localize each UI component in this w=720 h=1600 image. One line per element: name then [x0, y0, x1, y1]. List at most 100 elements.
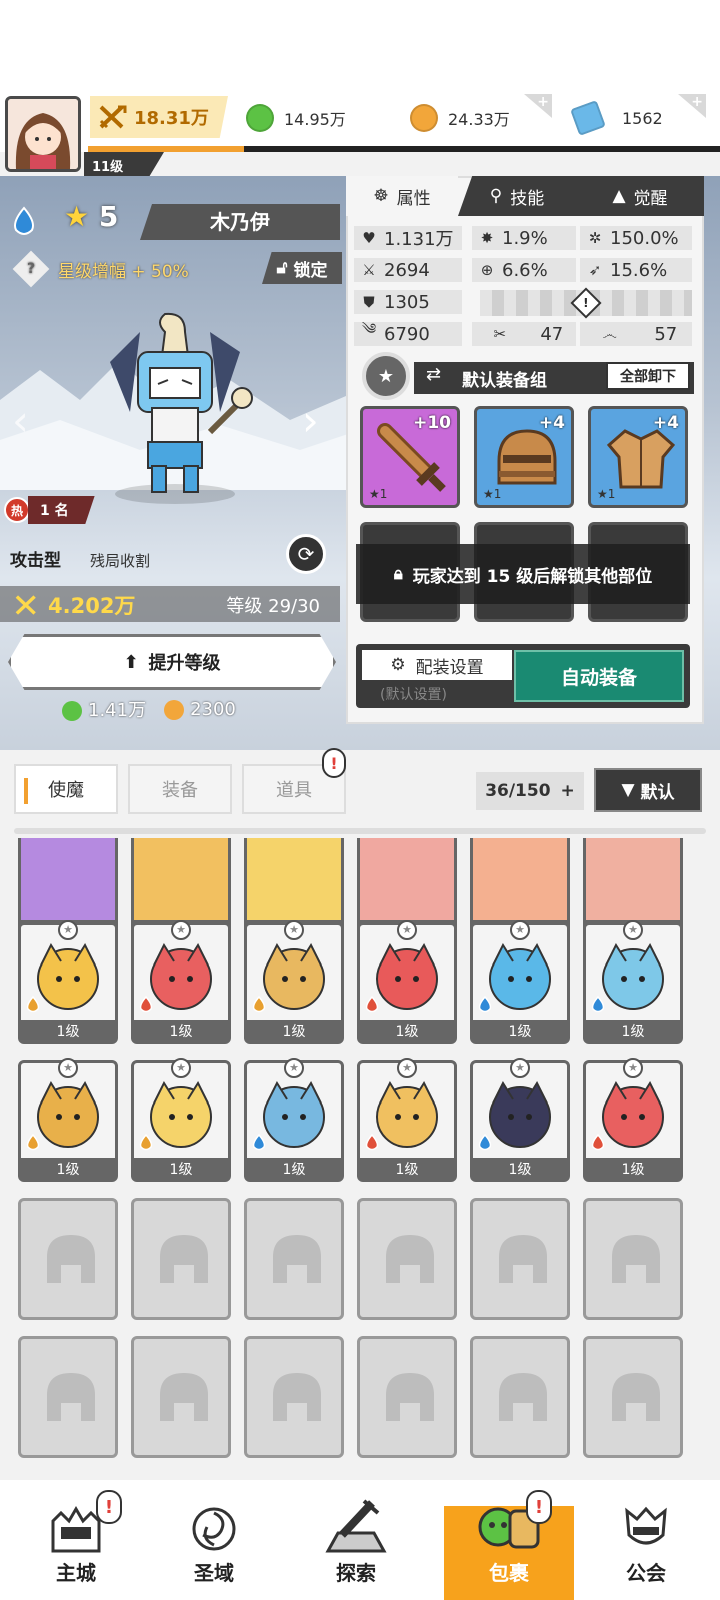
star-icon: ★ [510, 1058, 530, 1078]
star-boost[interactable]: ? 星级增幅 + 50% [12, 250, 189, 288]
prev-hero-arrow[interactable]: ‹ [12, 396, 29, 445]
padlock-icon: 🔒︎ [393, 564, 403, 584]
hero-level: 等级 29/30 [226, 596, 320, 617]
wind-icon: ༄ [361, 320, 377, 338]
familiar-card[interactable]: ★ 1级 [18, 1058, 118, 1182]
star-icon: ★ [284, 920, 304, 940]
nav-explore[interactable]: 探索 [286, 1480, 426, 1600]
gold-coin-icon [164, 699, 185, 720]
unequip-all-button[interactable]: 全部卸下 [606, 362, 690, 390]
helmet-placeholder-icon [47, 1373, 95, 1421]
crosshair-icon: ⊕ [480, 261, 494, 279]
helmet-placeholder-icon [47, 1235, 95, 1283]
padlock-icon: 🔓︎ [276, 258, 288, 278]
add-crystal-button[interactable]: + [678, 94, 706, 118]
familiar-card[interactable]: ★ 1级 [357, 920, 457, 1044]
bag-tab-equipment[interactable]: 装备 [128, 764, 232, 814]
equip-set-star-icon[interactable]: ★ [362, 352, 410, 400]
water-element-icon [478, 1134, 492, 1151]
xp-bar-fill [88, 146, 244, 152]
earth-element-icon [26, 1134, 40, 1151]
total-power: 18.31万 [90, 96, 228, 138]
skills-icon: ⚲ [489, 186, 503, 206]
tab-awaken[interactable]: ▲ 觉醒 [576, 176, 704, 216]
awaken-icon: ▲ [612, 186, 626, 206]
stat-penetration: ✂ 47 [472, 322, 576, 346]
nav-main-city[interactable]: 主城 [6, 1480, 146, 1600]
bag-capacity: 36/150 + [476, 772, 584, 810]
tab-attributes[interactable]: ☸ 属性 [346, 176, 458, 216]
familiar-card[interactable]: ★ 1级 [244, 920, 344, 1044]
upgrade-cost: 1.41万 2300 [62, 696, 236, 722]
empty-slot [131, 1336, 231, 1458]
star-icon: ★ [397, 920, 417, 940]
water-element-icon [591, 996, 605, 1013]
familiar-card[interactable]: ★ 1级 [470, 1058, 570, 1182]
upgrade-level-button[interactable]: ⬆ 提升等级 [8, 634, 336, 690]
warning-icon: ! [570, 287, 602, 319]
gold-coin-icon [410, 104, 438, 132]
fire-element-icon [365, 996, 379, 1013]
empty-slot [357, 1198, 457, 1320]
nav-bag[interactable]: 包裹 [444, 1506, 574, 1600]
rotate-view-button[interactable]: ⟳ [286, 534, 326, 574]
equip-slot-weapon[interactable]: +10 ★1 [360, 406, 460, 508]
hero-type: 攻击型 [10, 551, 61, 571]
swap-icon[interactable]: ⇄ [426, 364, 441, 385]
familiar-card[interactable]: ★ 1级 [18, 920, 118, 1044]
equip-slot-armor[interactable]: +4 ★1 [588, 406, 688, 508]
stat-crit-damage: ✲ 150.0% [580, 226, 692, 250]
player-level: 11级 [84, 152, 164, 176]
cost-gold: 2300 [164, 699, 236, 720]
helmet-placeholder-icon [273, 1235, 321, 1283]
helmet-placeholder-icon [386, 1373, 434, 1421]
star-icon: ★ [397, 1058, 417, 1078]
empty-slot [244, 1198, 344, 1320]
crossed-swords-icon [99, 105, 127, 129]
familiar-card[interactable]: ★ 1级 [131, 920, 231, 1044]
gold-coin-counter: 24.33万 + [410, 94, 552, 140]
tab-skills[interactable]: ⚲ 技能 [458, 176, 576, 216]
earth-element-icon [26, 996, 40, 1013]
dodge-icon: ➶ [588, 261, 602, 279]
popularity-rank: 热 1 名 [4, 496, 95, 524]
add-gold-button[interactable]: + [524, 94, 552, 118]
bag-alert-icon: ! [526, 1490, 552, 1524]
help-icon[interactable]: ? [12, 250, 50, 288]
familiar-card[interactable]: ★ 1级 [583, 1058, 683, 1182]
empty-slot [18, 1198, 118, 1320]
bag-tab-familiars[interactable]: 使魔 [14, 764, 118, 814]
star-icon: ★ [64, 200, 90, 233]
next-hero-arrow[interactable]: › [302, 396, 319, 445]
familiar-card[interactable]: ★ 1级 [244, 1058, 344, 1182]
loadout-settings-button[interactable]: ⚙ 配装设置 [362, 650, 512, 680]
heart-icon: ♥ [362, 229, 376, 247]
familiar-card[interactable]: ★ 1级 [470, 920, 570, 1044]
nav-guild[interactable]: 公会 [576, 1480, 716, 1600]
hero-skill-tag: 残局收割 [90, 552, 151, 570]
water-element-icon [14, 206, 34, 235]
expand-plus-icon[interactable]: + [561, 781, 575, 801]
fire-element-icon [139, 996, 153, 1013]
equip-slot-helmet[interactable]: +4 ★1 [474, 406, 574, 508]
nav-sanctuary[interactable]: 圣域 [144, 1480, 284, 1600]
familiar-card[interactable]: ★ 1级 [131, 1058, 231, 1182]
gear-burst-icon: ✲ [588, 229, 602, 247]
lock-button[interactable]: 🔓︎ 锁定 [262, 252, 342, 284]
shield-icon: ⛊ [363, 293, 375, 311]
green-gem-icon [246, 104, 274, 132]
auto-equip-button[interactable]: 自动装备 [514, 650, 684, 702]
familiar-card[interactable]: ★ 1级 [357, 1058, 457, 1182]
player-avatar[interactable] [5, 96, 81, 172]
locked-stats-bar: ! [480, 287, 692, 319]
earth-element-icon [139, 1134, 153, 1151]
familiar-card[interactable]: ★ 1级 [583, 920, 683, 1044]
green-gem-icon [62, 701, 82, 721]
stat-crit-rate: ✸ 1.9% [472, 226, 576, 250]
helmet-placeholder-icon [273, 1373, 321, 1421]
sort-dropdown[interactable]: ▼ 默认 [594, 768, 702, 812]
vortex-icon [192, 1507, 236, 1551]
stat-hp: ♥ 1.131万 [354, 226, 462, 250]
star-icon: ★ [510, 920, 530, 940]
star-icon: ★ [58, 920, 78, 940]
